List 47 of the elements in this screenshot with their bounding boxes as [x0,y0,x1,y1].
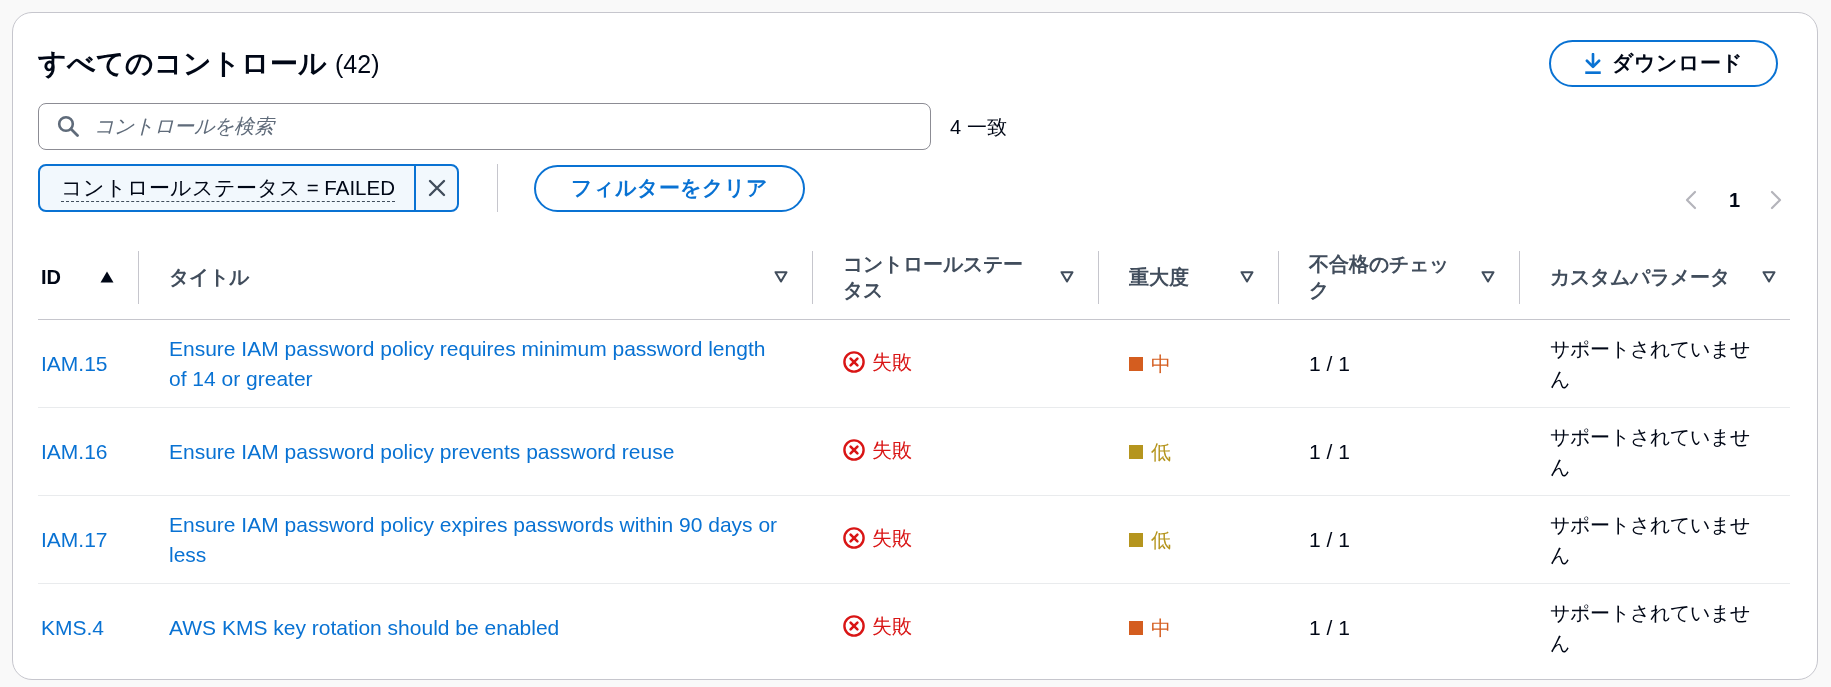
download-icon [1583,53,1603,74]
severity-text: 中 [1151,351,1171,377]
search-field[interactable]: コントロールを検索 [38,103,931,150]
error-icon [843,614,865,637]
control-title-link[interactable]: Ensure IAM password policy expires passwords within 90 days or less [169,509,788,570]
close-icon [426,178,447,198]
match-count: 4 一致 [950,114,1007,140]
column-header[interactable]: ID [41,264,61,291]
custom-parameters-text: サポートされていません [1550,513,1750,566]
download-button[interactable]: ダウンロード [1549,40,1778,87]
severity-text: 低 [1151,527,1171,553]
column-header[interactable]: タイトル [169,264,249,291]
status-text: 失敗 [872,437,912,463]
failed-checks-text: 1 / 1 [1309,527,1350,551]
control-id-link[interactable]: IAM.15 [41,351,108,375]
chevron-right-icon [1770,190,1782,210]
custom-parameters-text: サポートされていません [1550,337,1750,390]
clear-filters-button[interactable]: フィルターをクリア [534,165,805,212]
error-icon [843,350,865,373]
custom-parameters-text: サポートされていません [1550,601,1750,654]
control-id-link[interactable]: KMS.4 [41,615,105,639]
column-header[interactable]: 不合格のチェック [1309,251,1461,304]
failed-checks-text: 1 / 1 [1309,351,1350,375]
column-header[interactable]: カスタムパラメータ [1550,264,1730,291]
page-button[interactable]: 1 [1728,188,1740,212]
panel-title: すべてのコントロール [38,47,327,79]
severity-text: 低 [1151,439,1171,465]
column-header[interactable]: コントロールステータス [843,251,1040,304]
control-title-link[interactable]: Ensure IAM password policy prevents password reuse [169,436,788,467]
filter-label[interactable]: コントロールステータス = FAILED [61,174,395,202]
failed-checks-text: 1 / 1 [1309,615,1350,639]
control-id-link[interactable]: IAM.17 [41,527,108,551]
status-text: 失敗 [872,349,912,375]
error-icon [843,526,865,549]
control-title-link[interactable]: Ensure IAM password policy requires minimum password length of 14 or greater [169,333,788,394]
custom-parameters-text: サポートされていません [1550,425,1750,478]
status-text: 失敗 [872,613,912,639]
control-title-link[interactable]: AWS KMS key rotation should be enabled [169,612,788,643]
chevron-left-icon [1684,190,1697,210]
status-text: 失敗 [872,525,912,551]
search-icon [57,115,79,137]
column-header[interactable]: 重大度 [1129,264,1189,291]
error-icon [843,438,865,461]
item-count: (42) [335,49,380,78]
control-id-link[interactable]: IAM.16 [41,439,108,463]
failed-checks-text: 1 / 1 [1309,439,1350,463]
severity-text: 中 [1151,615,1171,641]
